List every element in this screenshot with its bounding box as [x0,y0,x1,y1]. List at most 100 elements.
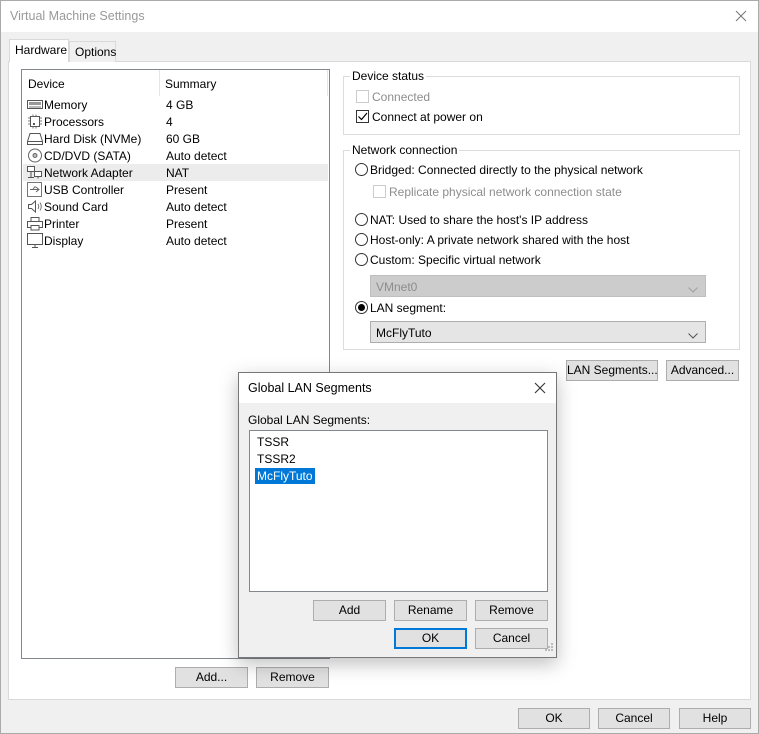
device-row-memory[interactable]: Memory 4 GB [23,96,328,113]
device-row-processors[interactable]: Processors 4 [23,113,328,130]
lan-segment-label: LAN segment: [370,301,447,315]
column-divider[interactable] [327,70,328,96]
advanced-button[interactable]: Advanced... [666,360,739,381]
nat-label: NAT: Used to share the host's IP address [370,213,588,227]
replicate-state-checkbox[interactable]: Replicate physical network connection st… [373,185,622,199]
radio-circle [355,233,368,246]
connect-at-power-on-label: Connect at power on [372,110,483,124]
custom-network-select[interactable]: VMnet0 [370,275,706,297]
lan-segments-button[interactable]: LAN Segments... [566,360,658,381]
radio-circle [355,163,368,176]
display-icon [27,233,43,248]
radio-circle [355,253,368,266]
nat-radio[interactable]: NAT: Used to share the host's IP address [355,213,588,227]
device-summary: 4 GB [166,98,194,112]
title-bar: Virtual Machine Settings [1,1,758,32]
network-adapter-icon [27,165,43,180]
device-summary: Auto detect [166,149,227,163]
device-name: Display [44,234,84,248]
global-lan-segments-dialog: Global LAN Segments Global LAN Segments:… [238,372,557,658]
device-name: Sound Card [44,200,109,214]
host-only-radio[interactable]: Host-only: A private network shared with… [355,233,629,247]
column-header-summary[interactable]: Summary [165,77,216,91]
add-segment-button[interactable]: Add [313,600,386,621]
device-name: USB Controller [44,183,125,197]
ok-button[interactable]: OK [518,708,590,729]
segment-item[interactable]: TSSR [255,434,291,450]
column-header-device[interactable]: Device [28,77,65,91]
rename-segment-button[interactable]: Rename [394,600,467,621]
radio-circle [355,213,368,226]
device-summary: NAT [166,166,190,180]
network-connection-group: Network connection Bridged: Connected di… [343,143,740,350]
chevron-down-icon [688,282,698,296]
bridged-label: Bridged: Connected directly to the physi… [370,163,643,177]
device-row-hard-disk[interactable]: Hard Disk (NVMe) 60 GB [23,130,328,147]
cancel-button[interactable]: Cancel [598,708,670,729]
network-connection-label: Network connection [350,143,460,157]
device-name: Network Adapter [44,166,133,180]
lan-segment-select[interactable]: McFlyTuto [370,321,706,343]
device-summary: Auto detect [166,200,227,214]
device-status-label: Device status [350,69,427,83]
checkmark-icon [356,110,369,123]
device-status-group: Device status Connected Connect at power… [343,69,740,135]
connect-at-power-on-checkbox[interactable]: Connect at power on [356,110,483,124]
host-only-label: Host-only: A private network shared with… [370,233,630,247]
help-button[interactable]: Help [679,708,751,729]
custom-label: Custom: Specific virtual network [370,253,541,267]
cd-dvd-icon [27,148,43,163]
device-row-network-adapter[interactable]: Network Adapter NAT [23,164,328,181]
processor-icon [27,114,43,129]
device-summary: Auto detect [166,234,227,248]
custom-radio[interactable]: Custom: Specific virtual network [355,253,541,267]
checkbox-box [356,90,369,103]
tab-hardware[interactable]: Hardware [9,39,69,62]
device-row-usb-controller[interactable]: USB Controller Present [23,181,328,198]
column-divider[interactable] [159,70,160,96]
lan-segment-radio[interactable]: LAN segment: [355,301,446,315]
dialog-ok-button[interactable]: OK [394,628,467,649]
tab-options[interactable]: Options [69,41,116,62]
radio-circle-selected [355,301,368,314]
device-row-printer[interactable]: Printer Present [23,215,328,232]
segment-item-selected[interactable]: McFlyTuto [255,468,315,484]
device-list-header: Device Summary [22,70,329,96]
close-icon[interactable] [732,7,750,25]
checkbox-box [373,185,386,198]
segment-item[interactable]: TSSR2 [255,451,298,467]
dialog-title: Global LAN Segments [248,381,372,395]
remove-segment-button[interactable]: Remove [475,600,548,621]
remove-device-button[interactable]: Remove [256,667,329,688]
device-row-sound-card[interactable]: Sound Card Auto detect [23,198,328,215]
device-row-display[interactable]: Display Auto detect [23,232,328,249]
device-row-cd-dvd[interactable]: CD/DVD (SATA) Auto detect [23,147,328,164]
close-icon[interactable] [531,379,549,397]
device-name: Memory [44,98,88,112]
device-summary: Present [166,183,208,197]
printer-icon [27,216,43,231]
hard-disk-icon [27,131,43,146]
connected-checkbox[interactable]: Connected [356,90,430,104]
add-device-button[interactable]: Add... [175,667,248,688]
bridged-radio[interactable]: Bridged: Connected directly to the physi… [355,163,643,177]
device-name: Printer [44,217,80,231]
replicate-state-label: Replicate physical network connection st… [389,185,622,199]
segments-list-label: Global LAN Segments: [248,413,371,427]
resize-grip-icon[interactable] [545,641,554,655]
sound-icon [27,199,43,214]
segments-list[interactable]: TSSR TSSR2 McFlyTuto [249,430,548,592]
device-summary: Present [166,217,208,231]
window-title: Virtual Machine Settings [10,9,145,23]
lan-segment-value: McFlyTuto [376,326,432,340]
device-name: Hard Disk (NVMe) [44,132,142,146]
chevron-down-icon [688,328,698,342]
device-summary: 4 [166,115,173,129]
device-name: Processors [44,115,105,129]
dialog-cancel-button[interactable]: Cancel [475,628,548,649]
custom-network-value: VMnet0 [376,280,418,294]
usb-icon [27,182,43,197]
memory-icon [27,97,43,112]
device-summary: 60 GB [166,132,201,146]
connected-label: Connected [372,90,431,104]
